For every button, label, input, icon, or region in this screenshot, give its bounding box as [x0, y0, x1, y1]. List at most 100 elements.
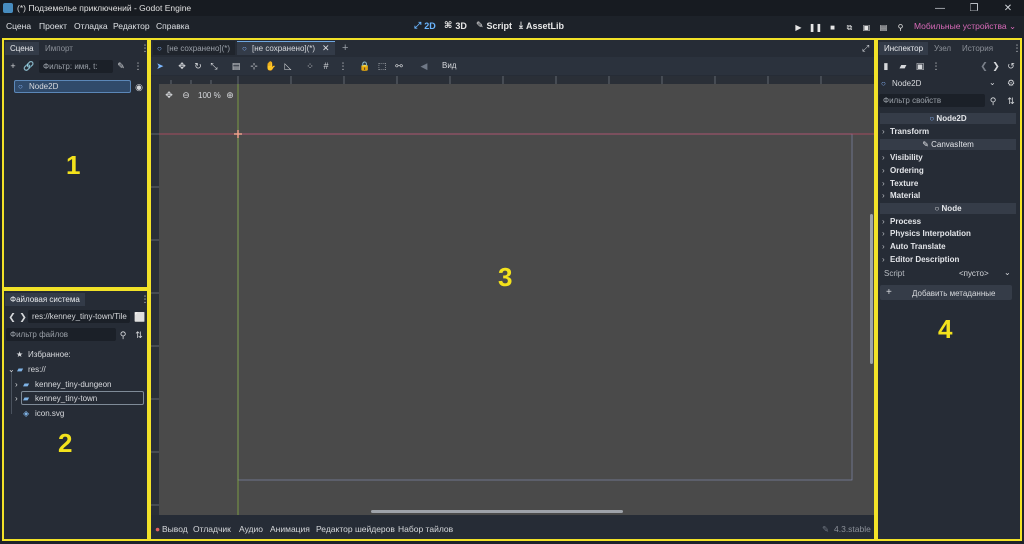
- close-tab-icon[interactable]: ✕: [322, 43, 330, 54]
- selectable-list-icon[interactable]: ▤: [230, 60, 242, 72]
- property-group-editor-description[interactable]: › Editor Description: [882, 255, 959, 264]
- expand-arrow-icon[interactable]: ›: [15, 394, 18, 403]
- stop-icon[interactable]: ■: [827, 22, 838, 33]
- close-icon[interactable]: ✕: [992, 0, 1024, 16]
- folder-item[interactable]: kenney_tiny-dungeon: [35, 380, 112, 389]
- minimize-icon[interactable]: —: [924, 0, 956, 16]
- zoom-out-icon[interactable]: ⊖: [180, 89, 192, 101]
- move-tool-icon[interactable]: ✥: [176, 60, 188, 72]
- tab-debugger[interactable]: Отладчик: [193, 524, 231, 534]
- instance-scene-icon[interactable]: 🔗: [23, 60, 35, 72]
- mode-2d-button[interactable]: ⤢ 2D: [414, 20, 436, 31]
- tab-inspector[interactable]: Инспектор: [879, 42, 929, 55]
- chevron-down-icon[interactable]: ⌄: [989, 78, 996, 87]
- mode-script-button[interactable]: ✎ Script: [476, 20, 512, 31]
- folder-item[interactable]: kenney_tiny-town: [35, 394, 97, 403]
- file-item[interactable]: icon.svg: [35, 409, 64, 418]
- favorites-label[interactable]: Избранное:: [28, 350, 71, 359]
- play-icon[interactable]: ▶: [793, 22, 804, 33]
- property-group-physics-interpolation[interactable]: › Physics Interpolation: [882, 229, 971, 238]
- rotate-tool-icon[interactable]: ↻: [192, 60, 204, 72]
- view-menu[interactable]: Вид: [442, 61, 456, 70]
- scene-root-node[interactable]: Node2D: [29, 82, 58, 91]
- skeleton-icon[interactable]: ⚯: [393, 60, 405, 72]
- script-property-value[interactable]: <пусто>: [959, 269, 989, 278]
- sort-icon[interactable]: ⇅: [1005, 95, 1017, 107]
- ruler-tool-icon[interactable]: ◺: [282, 60, 294, 72]
- pivot-tool-icon[interactable]: ⊹: [248, 60, 260, 72]
- select-tool-icon[interactable]: ➤: [154, 60, 166, 72]
- more-icon[interactable]: ⋮: [132, 60, 144, 72]
- object-properties-icon[interactable]: ⚙: [1005, 77, 1017, 89]
- file-filter-input[interactable]: Фильтр файлов: [6, 328, 116, 341]
- movie-maker-icon[interactable]: ⚲: [895, 22, 906, 33]
- zoom-in-icon[interactable]: ⊕: [224, 89, 236, 101]
- mode-assetlib-button[interactable]: ⤓ AssetLib: [519, 20, 564, 31]
- property-group-visibility[interactable]: › Visibility: [882, 153, 923, 162]
- pause-icon[interactable]: ❚❚: [809, 22, 822, 33]
- canvas-2d[interactable]: [151, 76, 874, 515]
- grid-snap-icon[interactable]: #: [320, 60, 332, 72]
- expand-arrow-icon[interactable]: ›: [15, 380, 18, 389]
- menu-editor[interactable]: Редактор: [113, 21, 150, 31]
- forward-icon[interactable]: ❯: [990, 60, 1002, 72]
- more-icon[interactable]: ⋮: [337, 60, 349, 72]
- script-attach-icon[interactable]: ✎: [115, 60, 127, 72]
- menu-scene[interactable]: Сцена: [6, 21, 31, 31]
- property-group-process[interactable]: › Process: [882, 217, 921, 226]
- play-custom-scene-icon[interactable]: ▤: [878, 22, 889, 33]
- remote-debug-icon[interactable]: ⧉: [844, 22, 855, 33]
- more-icon[interactable]: ⋮: [1011, 42, 1023, 54]
- tab-node[interactable]: Узел: [929, 42, 956, 55]
- mode-3d-button[interactable]: ⌘ 3D: [444, 20, 467, 31]
- tab-tileset[interactable]: Набор тайлов: [398, 524, 453, 534]
- split-mode-icon[interactable]: ⬜: [134, 311, 146, 323]
- tab-animation[interactable]: Анимация: [270, 524, 310, 534]
- menu-help[interactable]: Справка: [156, 21, 189, 31]
- property-group-auto-translate[interactable]: › Auto Translate: [882, 242, 946, 251]
- distraction-free-icon[interactable]: ⤢: [862, 43, 869, 54]
- property-filter-input[interactable]: Фильтр свойств: [879, 94, 985, 107]
- more-icon[interactable]: ⋮: [930, 60, 942, 72]
- scene-tab-label[interactable]: [не сохранено](*): [167, 44, 230, 53]
- scene-filter-input[interactable]: Фильтр: имя, t:: [39, 60, 113, 73]
- zoom-level[interactable]: 100 %: [198, 91, 221, 100]
- maximize-icon[interactable]: ❐: [958, 0, 990, 16]
- property-group-texture[interactable]: › Texture: [882, 179, 918, 188]
- back-icon[interactable]: ❮: [978, 60, 990, 72]
- history-icon[interactable]: ↺: [1005, 60, 1017, 72]
- menu-debug[interactable]: Отладка: [74, 21, 108, 31]
- scale-tool-icon[interactable]: ⤡: [208, 60, 220, 72]
- tab-import[interactable]: Импорт: [40, 42, 78, 55]
- tab-history[interactable]: История: [957, 42, 998, 55]
- property-group-ordering[interactable]: › Ordering: [882, 166, 924, 175]
- play-scene-icon[interactable]: ▣: [861, 22, 872, 33]
- chevron-down-icon[interactable]: ⌄: [1004, 268, 1011, 277]
- pan-view-icon[interactable]: ✥: [163, 89, 175, 101]
- camera-override-icon[interactable]: ◀: [418, 60, 430, 72]
- visibility-eye-icon[interactable]: ◉: [133, 81, 145, 93]
- path-field[interactable]: res://kenney_tiny-town/Tile: [28, 310, 130, 323]
- scene-tab-label[interactable]: [не сохранено](*): [252, 44, 315, 53]
- menu-project[interactable]: Проект: [39, 21, 67, 31]
- tab-output[interactable]: Вывод: [162, 524, 188, 534]
- sort-icon[interactable]: ⇅: [133, 329, 145, 341]
- property-group-transform[interactable]: › Transform: [882, 127, 929, 136]
- save-resource-icon[interactable]: ▣: [914, 60, 926, 72]
- inspected-node[interactable]: Node2D: [892, 79, 921, 88]
- tab-filesystem[interactable]: Файловая система: [5, 293, 85, 306]
- new-resource-icon[interactable]: ▮: [880, 60, 892, 72]
- new-scene-tab-icon[interactable]: +: [342, 42, 348, 54]
- property-group-material[interactable]: › Material: [882, 191, 920, 200]
- renderer-select[interactable]: Мобильные устройства ⌄: [914, 21, 1016, 32]
- tab-shader-editor[interactable]: Редактор шейдеров: [316, 524, 395, 534]
- pan-tool-icon[interactable]: ✋: [265, 60, 277, 72]
- open-resource-icon[interactable]: ▰: [897, 60, 909, 72]
- res-root[interactable]: res://: [28, 365, 46, 374]
- smart-snap-icon[interactable]: ⁘: [304, 60, 316, 72]
- tab-scene[interactable]: Сцена: [5, 42, 39, 55]
- add-node-icon[interactable]: +: [7, 60, 19, 72]
- group-icon[interactable]: ⬚: [376, 60, 388, 72]
- lock-icon[interactable]: 🔒: [359, 60, 371, 72]
- tab-audio[interactable]: Аудио: [239, 524, 263, 534]
